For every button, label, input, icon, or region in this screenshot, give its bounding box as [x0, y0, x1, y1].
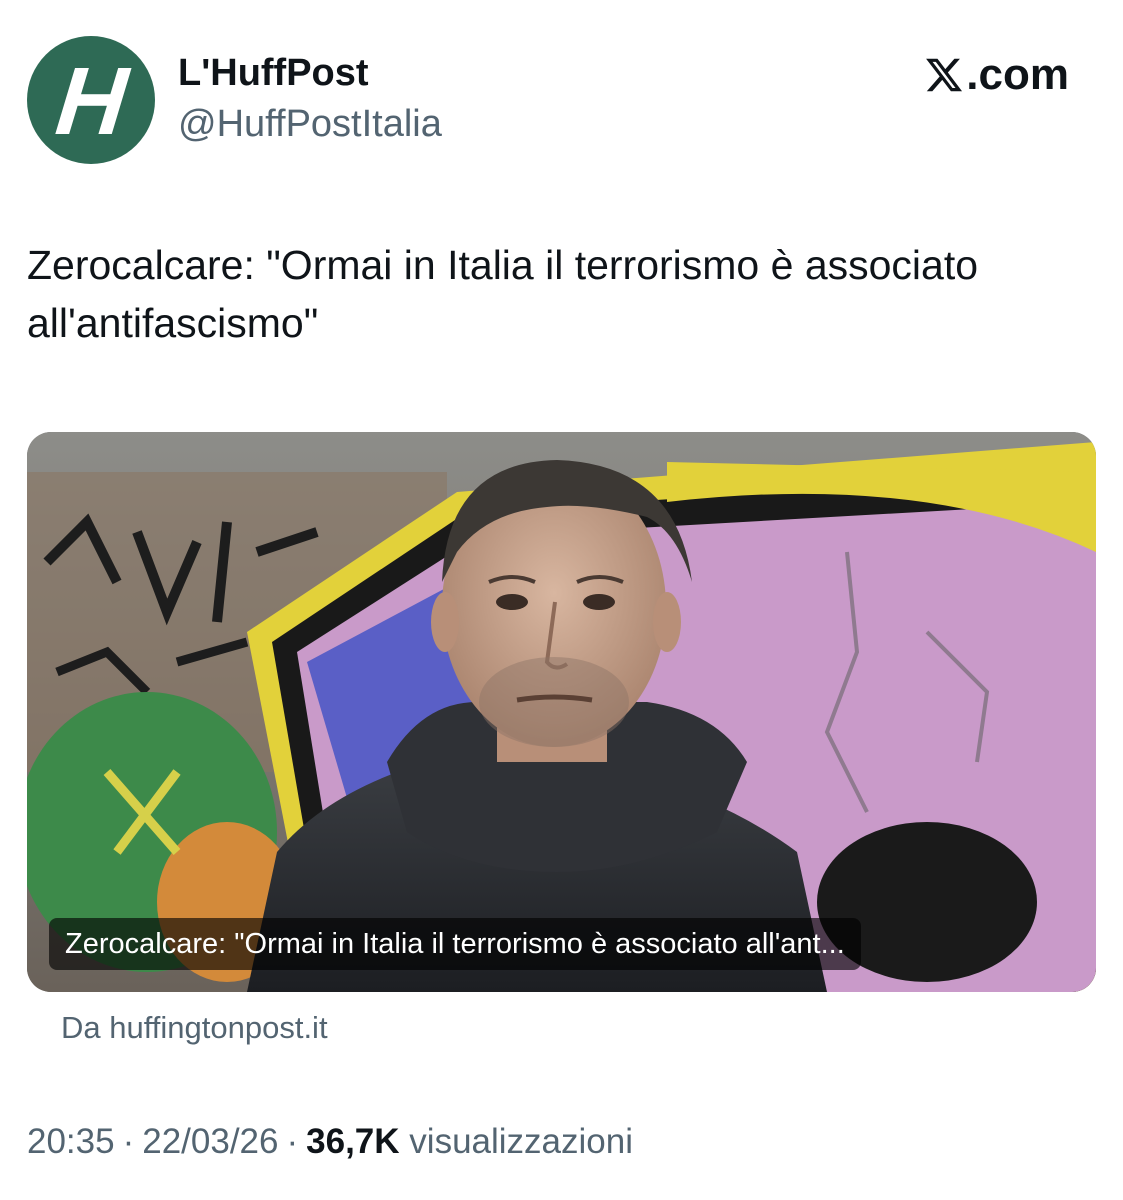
views-count: 36,7K: [306, 1122, 400, 1161]
tweet-text: Zerocalcare: "Ormai in Italia il terrori…: [27, 242, 979, 346]
author-handle[interactable]: @HuffPostItalia: [178, 100, 442, 148]
huffpost-logo-icon: H: [51, 48, 131, 155]
avatar[interactable]: H: [27, 36, 155, 164]
link-card[interactable]: Zerocalcare: "Ormai in Italia il terrori…: [27, 432, 1096, 992]
brand-label: .com: [966, 50, 1069, 99]
views-label: visualizzazioni: [409, 1122, 634, 1161]
author-info: L'HuffPost @HuffPostItalia: [178, 50, 442, 148]
card-source-link[interactable]: Da huffingtonpost.it: [61, 1006, 328, 1050]
tweet-time[interactable]: 20:35: [27, 1122, 115, 1161]
tweet-date[interactable]: 22/03/26: [142, 1122, 278, 1161]
article-photo: [27, 432, 1096, 992]
author-name[interactable]: L'HuffPost: [178, 50, 442, 96]
tweet-meta: 20:35 · 22/03/26 · 36,7K visualizzazioni: [27, 1118, 633, 1166]
meta-separator: ·: [286, 1122, 299, 1161]
x-logo-icon: [926, 58, 963, 92]
card-caption: Zerocalcare: "Ormai in Italia il terrori…: [49, 918, 861, 970]
tweet-header: H L'HuffPost @HuffPostItalia .com: [27, 36, 1097, 166]
x-brand: .com: [924, 50, 1069, 100]
meta-separator: ·: [122, 1122, 135, 1161]
